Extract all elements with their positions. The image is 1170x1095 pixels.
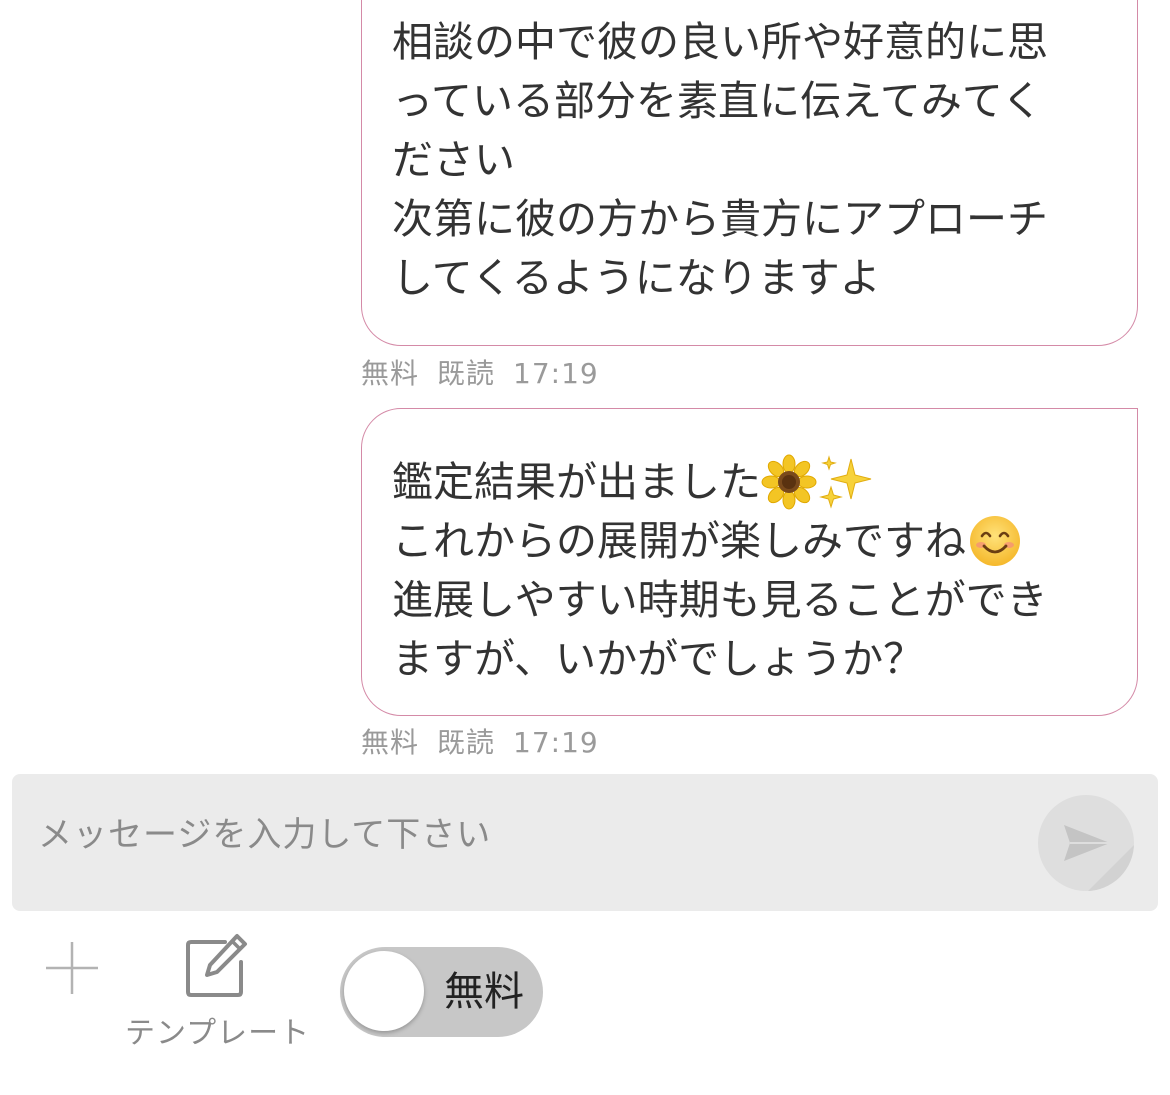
- message-text: これからの展開が楽しみですね: [392, 517, 966, 565]
- message-bubble: 相談の中で彼の良い所や好意的に思 っている部分を素直に伝えてみてく ださい 次第…: [361, 0, 1138, 346]
- message-text-line: ますが、いかがでしょうか？: [392, 635, 925, 683]
- plus-icon: [46, 942, 98, 994]
- message-time: 17:19: [513, 726, 599, 759]
- message-text-line: 次第に彼の方から貴方にアプローチ: [392, 195, 1048, 243]
- toggle-label: 無料: [444, 969, 524, 1015]
- send-button[interactable]: [1038, 795, 1134, 891]
- message-meta: 無料 既読 17:19: [361, 352, 617, 392]
- template-button[interactable]: テンプレート: [125, 932, 310, 1052]
- read-receipt: 既読: [437, 726, 496, 759]
- message-text-line: してくるようになりますよ: [392, 254, 881, 302]
- message-meta: 無料 既読 17:19: [361, 721, 617, 760]
- toggle-knob: [344, 951, 424, 1031]
- message-text: 鑑定結果が出ました: [392, 458, 761, 506]
- message-composer: テンプレート 無料: [0, 760, 1170, 1095]
- price-label: 無料: [361, 726, 420, 759]
- message-time: 17:19: [513, 357, 599, 390]
- message-text-line: 相談の中で彼の良い所や好意的に思: [392, 18, 1048, 66]
- sunflower-emoji-icon: [761, 454, 817, 510]
- message-text-line: これからの展開が楽しみですね: [392, 512, 1107, 571]
- send-arrow-icon: [1064, 825, 1134, 891]
- template-label: テンプレート: [125, 1016, 311, 1051]
- message-text-line: ださい: [392, 136, 515, 184]
- smiling-face-emoji-icon: [970, 516, 1020, 566]
- attach-plus-button[interactable]: [44, 940, 100, 996]
- message-input-box: [12, 774, 1158, 911]
- message-text-line: 進展しやすい時期も見ることができ: [392, 576, 1048, 624]
- chat-message-list: 相談の中で彼の良い所や好意的に思 っている部分を素直に伝えてみてく ださい 次第…: [0, 0, 1170, 760]
- free-toggle[interactable]: 無料: [340, 947, 543, 1037]
- read-receipt: 既読: [437, 357, 496, 390]
- message-bubble: 鑑定結果が出ました これからの展開が楽しみですね 進展しやすい時期も見ることがで…: [361, 408, 1138, 716]
- message-input[interactable]: [36, 804, 1020, 866]
- price-label: 無料: [361, 357, 420, 390]
- edit-icon: [186, 934, 247, 997]
- message-text-line: 鑑定結果が出ました: [392, 453, 1107, 512]
- message-text-line: っている部分を素直に伝えてみてく: [392, 77, 1043, 125]
- sparkles-emoji-icon: [819, 455, 872, 509]
